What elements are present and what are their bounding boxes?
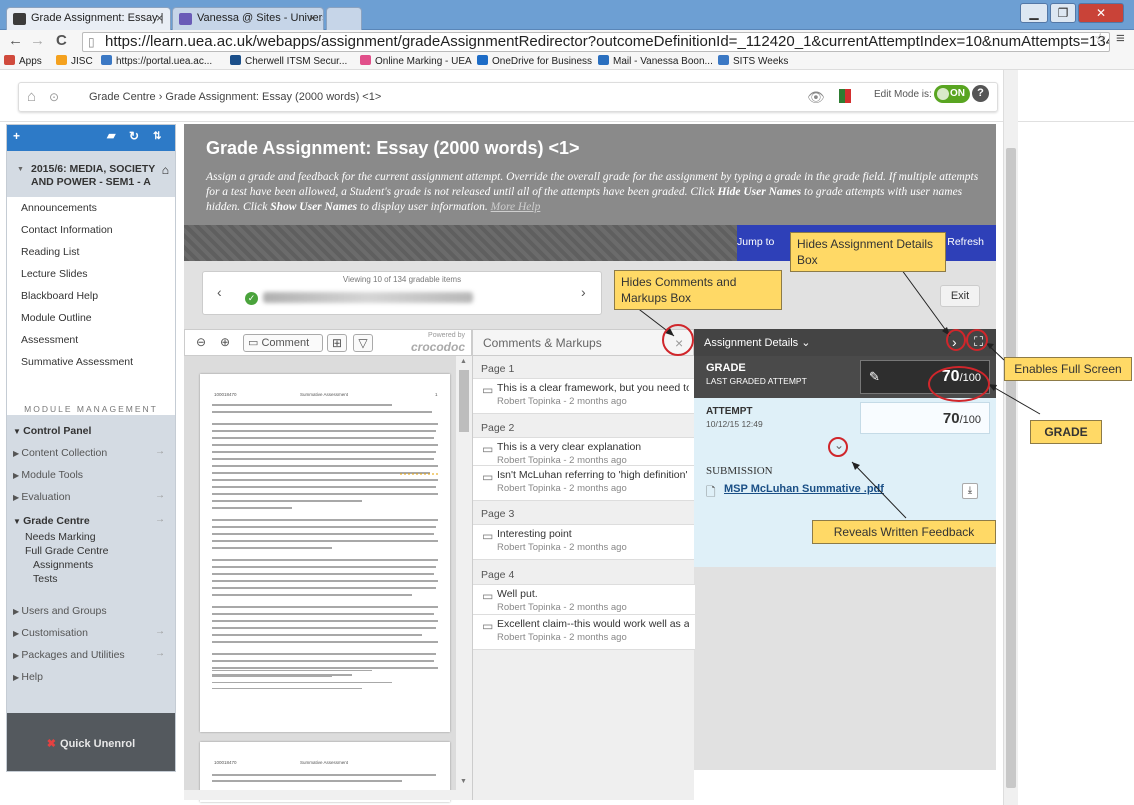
annotation-ring-feedback <box>828 437 848 457</box>
callout-full-screen: Enables Full Screen <box>1004 357 1132 381</box>
arrow-line <box>987 383 1041 415</box>
annotation-ring-comments-close <box>662 324 694 356</box>
callout-hides-assignment: Hides Assignment Details Box <box>790 232 946 272</box>
arrow-line <box>895 261 951 337</box>
annotation-ring-hide-details <box>946 329 966 351</box>
callout-grade: GRADE <box>1030 420 1102 444</box>
annotation-ring-fullscreen <box>966 329 988 351</box>
annotation-ring-grade <box>928 366 990 402</box>
annotation-arrows <box>400 261 1041 519</box>
arrow-line <box>851 461 907 519</box>
callout-reveals-feedback: Reveals Written Feedback <box>812 520 996 544</box>
callout-hides-comments: Hides Comments and Markups Box <box>614 270 782 310</box>
